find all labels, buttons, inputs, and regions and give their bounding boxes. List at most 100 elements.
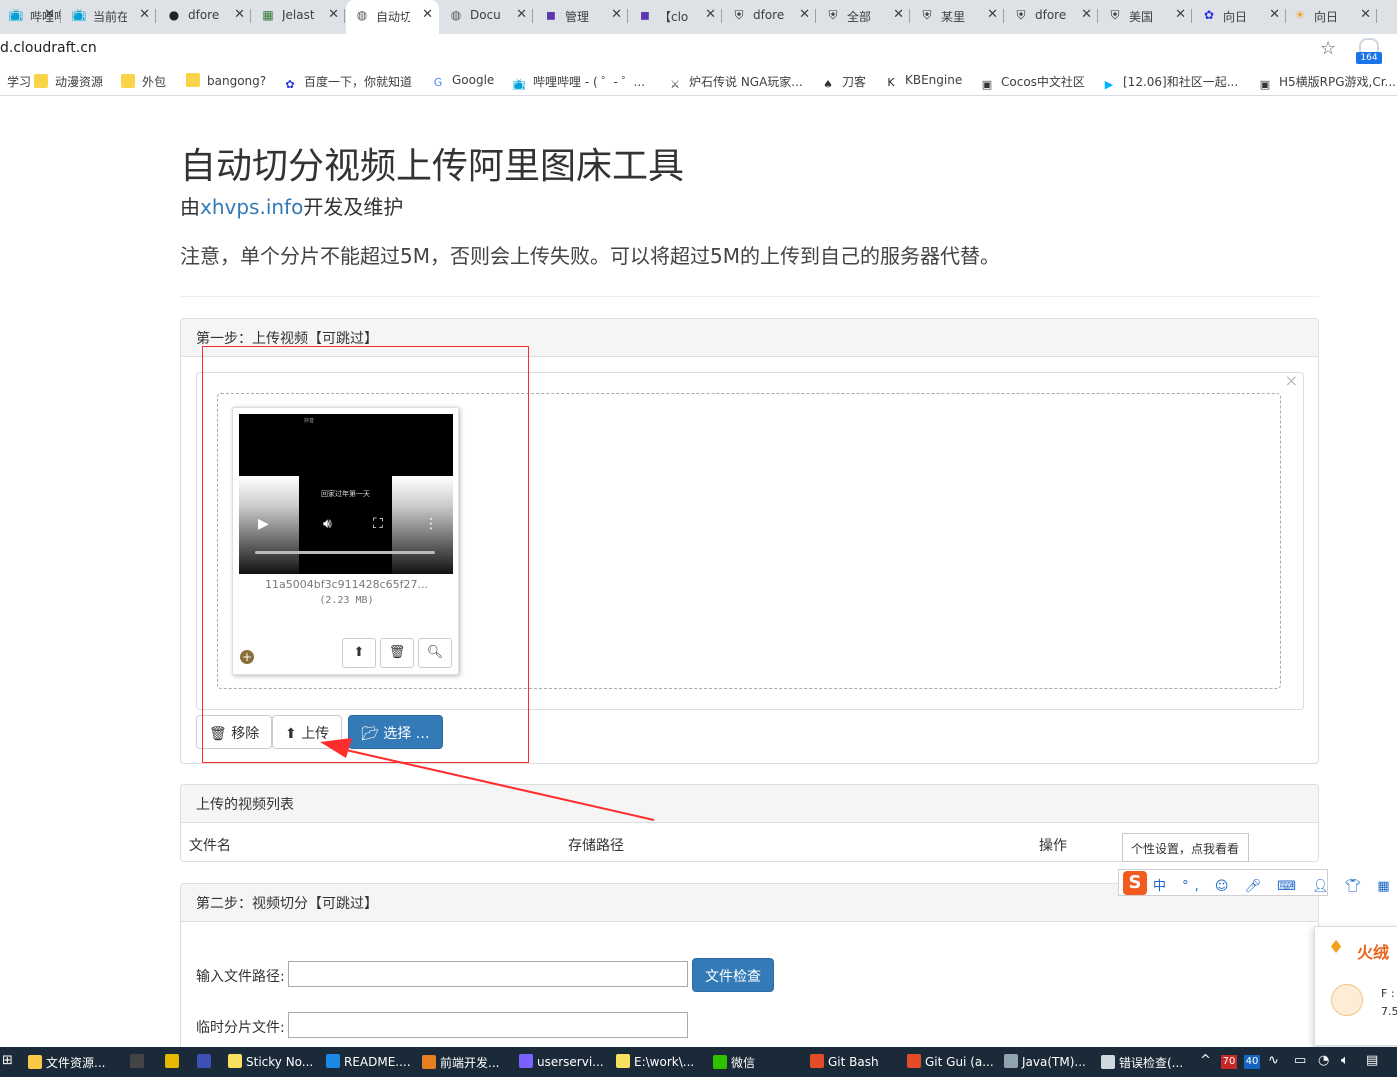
close-tab-icon[interactable]: ✕ xyxy=(1081,7,1092,23)
close-tab-icon[interactable]: ✕ xyxy=(705,7,716,23)
kbengine-icon: K xyxy=(887,76,895,89)
file-path-input[interactable] xyxy=(288,961,688,987)
bookmark-item[interactable]: ✿ 百度一下，你就知道 xyxy=(283,73,412,92)
taskbar-item[interactable]: 文件资源... xyxy=(28,1054,105,1071)
author-link[interactable]: xhvps.info xyxy=(200,195,303,219)
browser-tab[interactable]: 📺︎ 哔哩哔 ✕ xyxy=(0,0,61,30)
browser-tab[interactable]: ⛨ dfore ✕ xyxy=(723,0,816,30)
shield-icon: ⛨ xyxy=(1110,8,1120,22)
url-field[interactable]: d.cloudraft.cn xyxy=(0,40,97,56)
close-tab-icon[interactable]: ✕ xyxy=(1360,7,1371,23)
browser-tab[interactable]: ✿ 向日 ✕ xyxy=(1193,0,1286,30)
taskbar-item[interactable]: Git Bash xyxy=(810,1054,879,1069)
bookmark-item[interactable]: ▶ [12.06]和社区一起... xyxy=(1102,73,1238,92)
browser-tab[interactable]: ◼ 【clo ✕ xyxy=(629,0,722,30)
taskbar-item[interactable]: Java(TM)... xyxy=(1004,1054,1086,1069)
extension-icon[interactable]: 164 xyxy=(1356,38,1382,64)
close-tab-icon[interactable]: ✕ xyxy=(516,7,527,23)
browser-tab[interactable]: ☀ 向日 ✕ xyxy=(1284,0,1377,30)
volume-icon[interactable]: 🔈︎ xyxy=(1341,1053,1349,1068)
start-icon[interactable]: ⊞ xyxy=(2,1053,13,1068)
browser-tab[interactable]: ⛨ 全部 ✕ xyxy=(817,0,910,30)
close-tab-icon[interactable]: ✕ xyxy=(234,7,245,23)
app-icon xyxy=(165,1054,179,1068)
browser-tab[interactable]: ◍ 自动切 ✕ xyxy=(346,0,439,34)
taskbar-item[interactable]: 前端开发... xyxy=(422,1054,499,1071)
tab-separator xyxy=(60,9,61,23)
close-tab-icon[interactable]: ✕ xyxy=(1269,7,1280,23)
bookmark-item[interactable]: ▣ H5横版RPG游戏,Cr... xyxy=(1258,73,1396,92)
bookmark-item[interactable]: ▣ Cocos中文社区 xyxy=(980,73,1085,92)
bookmark-item[interactable]: 学习 xyxy=(0,73,31,90)
close-tab-icon[interactable]: ✕ xyxy=(611,7,622,23)
bookmark-star-icon[interactable]: ☆ xyxy=(1320,38,1336,59)
close-tab-icon[interactable]: ✕ xyxy=(799,7,810,23)
close-tab-icon[interactable]: ✕ xyxy=(44,7,55,23)
temp-file-input[interactable] xyxy=(288,1012,688,1038)
tab-separator xyxy=(155,9,156,23)
wifi-icon[interactable]: ◔ xyxy=(1318,1053,1329,1068)
tray-blue-badge[interactable]: 40 xyxy=(1244,1055,1260,1069)
bookmark-item[interactable]: K KBEngine xyxy=(884,73,962,90)
browser-tab[interactable]: ⛨ dfore ✕ xyxy=(1005,0,1098,30)
bookmark-item[interactable]: 动漫资源 xyxy=(34,73,103,90)
close-tab-icon[interactable]: ✕ xyxy=(328,7,339,23)
ime-toolbar[interactable]: S 中 °, ☺ 🎤︎ ⌨ 👤︎ 👕︎ ▦ xyxy=(1118,869,1390,896)
bilibili-icon: 📺︎ xyxy=(8,8,24,22)
browser-tab[interactable]: ◍ Docu ✕ xyxy=(440,0,533,30)
tab-separator xyxy=(909,9,910,23)
taskbar-item[interactable] xyxy=(197,1054,215,1069)
jelastic-icon: ▦ xyxy=(262,8,274,22)
close-icon[interactable]: × xyxy=(1285,371,1298,390)
browser-tab[interactable]: ● dfore ✕ xyxy=(158,0,251,30)
taskbar-item[interactable]: Git Gui (a... xyxy=(907,1054,994,1069)
bookmark-item[interactable]: ♠ 刀客 xyxy=(821,73,866,92)
ime-tool-icons[interactable]: 中 °, ☺ 🎤︎ ⌨ 👤︎ 👕︎ ▦ xyxy=(1153,875,1396,894)
bookmark-label: 炉石传说 NGA玩家... xyxy=(689,75,803,89)
taskbar-label: 前端开发... xyxy=(440,1056,500,1070)
tab-label: Docu xyxy=(470,8,501,22)
security-notification[interactable]: ♦ 火绒 F : 7.5 xyxy=(1314,926,1397,1046)
browser-tab[interactable]: ⛨ 美国 ✕ xyxy=(1099,0,1192,30)
bookmark-item[interactable]: ⚔ 炉石传说 NGA玩家... xyxy=(668,73,803,92)
bookmark-item[interactable]: 外包 xyxy=(121,73,166,90)
ime-tooltip[interactable]: 个性设置，点我看看 xyxy=(1122,833,1249,862)
close-tab-icon[interactable]: ✕ xyxy=(139,7,150,23)
app-icon xyxy=(616,1054,630,1068)
close-tab-icon[interactable]: ✕ xyxy=(987,7,998,23)
bookmark-item[interactable]: bangong? xyxy=(186,73,266,88)
taskbar-item[interactable]: README.... xyxy=(326,1054,411,1069)
taskbar-item[interactable]: E:\work\... xyxy=(616,1054,694,1069)
keyboard-icon[interactable]: ▤ xyxy=(1366,1053,1378,1068)
folder-icon xyxy=(34,74,48,88)
close-tab-icon[interactable]: ✕ xyxy=(422,7,433,23)
browser-tab[interactable]: ▦ Jelast ✕ xyxy=(252,0,345,30)
tray-red-badge[interactable]: 70 xyxy=(1221,1055,1237,1069)
browser-tab[interactable]: ◼ 管理 ✕ xyxy=(535,0,628,30)
taskbar-item[interactable]: 微信 xyxy=(713,1054,755,1071)
ime-mode[interactable]: 中 xyxy=(1153,879,1172,894)
close-tab-icon[interactable]: ✕ xyxy=(893,7,904,23)
taskbar-item[interactable]: Sticky No... xyxy=(228,1054,313,1069)
sogou-logo-icon[interactable]: S xyxy=(1123,871,1147,895)
file-check-button[interactable]: 文件检查 xyxy=(692,958,774,992)
tab-separator xyxy=(627,9,628,23)
bookmark-item[interactable]: G Google xyxy=(431,73,495,90)
browser-tab[interactable]: ⛨ 某里 ✕ xyxy=(911,0,1004,30)
address-bar: d.cloudraft.cn ☆ 164 xyxy=(0,34,1397,66)
bookmark-label: 百度一下，你就知道 xyxy=(304,75,413,89)
taskbar-item[interactable]: userservi... xyxy=(519,1054,604,1069)
bookmark-item[interactable]: 📺︎ 哔哩哔哩 - ( ゜- ゜... xyxy=(512,73,645,92)
bookmark-label: Google xyxy=(452,73,495,87)
taskbar-item[interactable] xyxy=(165,1054,183,1069)
bookmarks-bar: 学习 动漫资源 外包 bangong? ✿ 百度一下，你就知道 G Google 📺︎ 哔哩哔哩 … xyxy=(0,66,1397,96)
close-tab-icon[interactable]: ✕ xyxy=(1175,7,1186,23)
battery-icon[interactable]: ▭ xyxy=(1294,1053,1306,1068)
taskbar-item[interactable] xyxy=(130,1054,148,1069)
tray-activity-icon[interactable]: ∿ xyxy=(1268,1053,1279,1068)
taskbar-item[interactable]: 错误检查(... xyxy=(1101,1054,1183,1071)
column-actions: 操作 xyxy=(1039,838,1067,854)
tray-chevron-icon[interactable]: ^ xyxy=(1200,1053,1211,1068)
browser-tab[interactable]: 📺︎ 当前在 ✕ xyxy=(63,0,156,30)
tab-label: 【clo xyxy=(659,10,689,24)
